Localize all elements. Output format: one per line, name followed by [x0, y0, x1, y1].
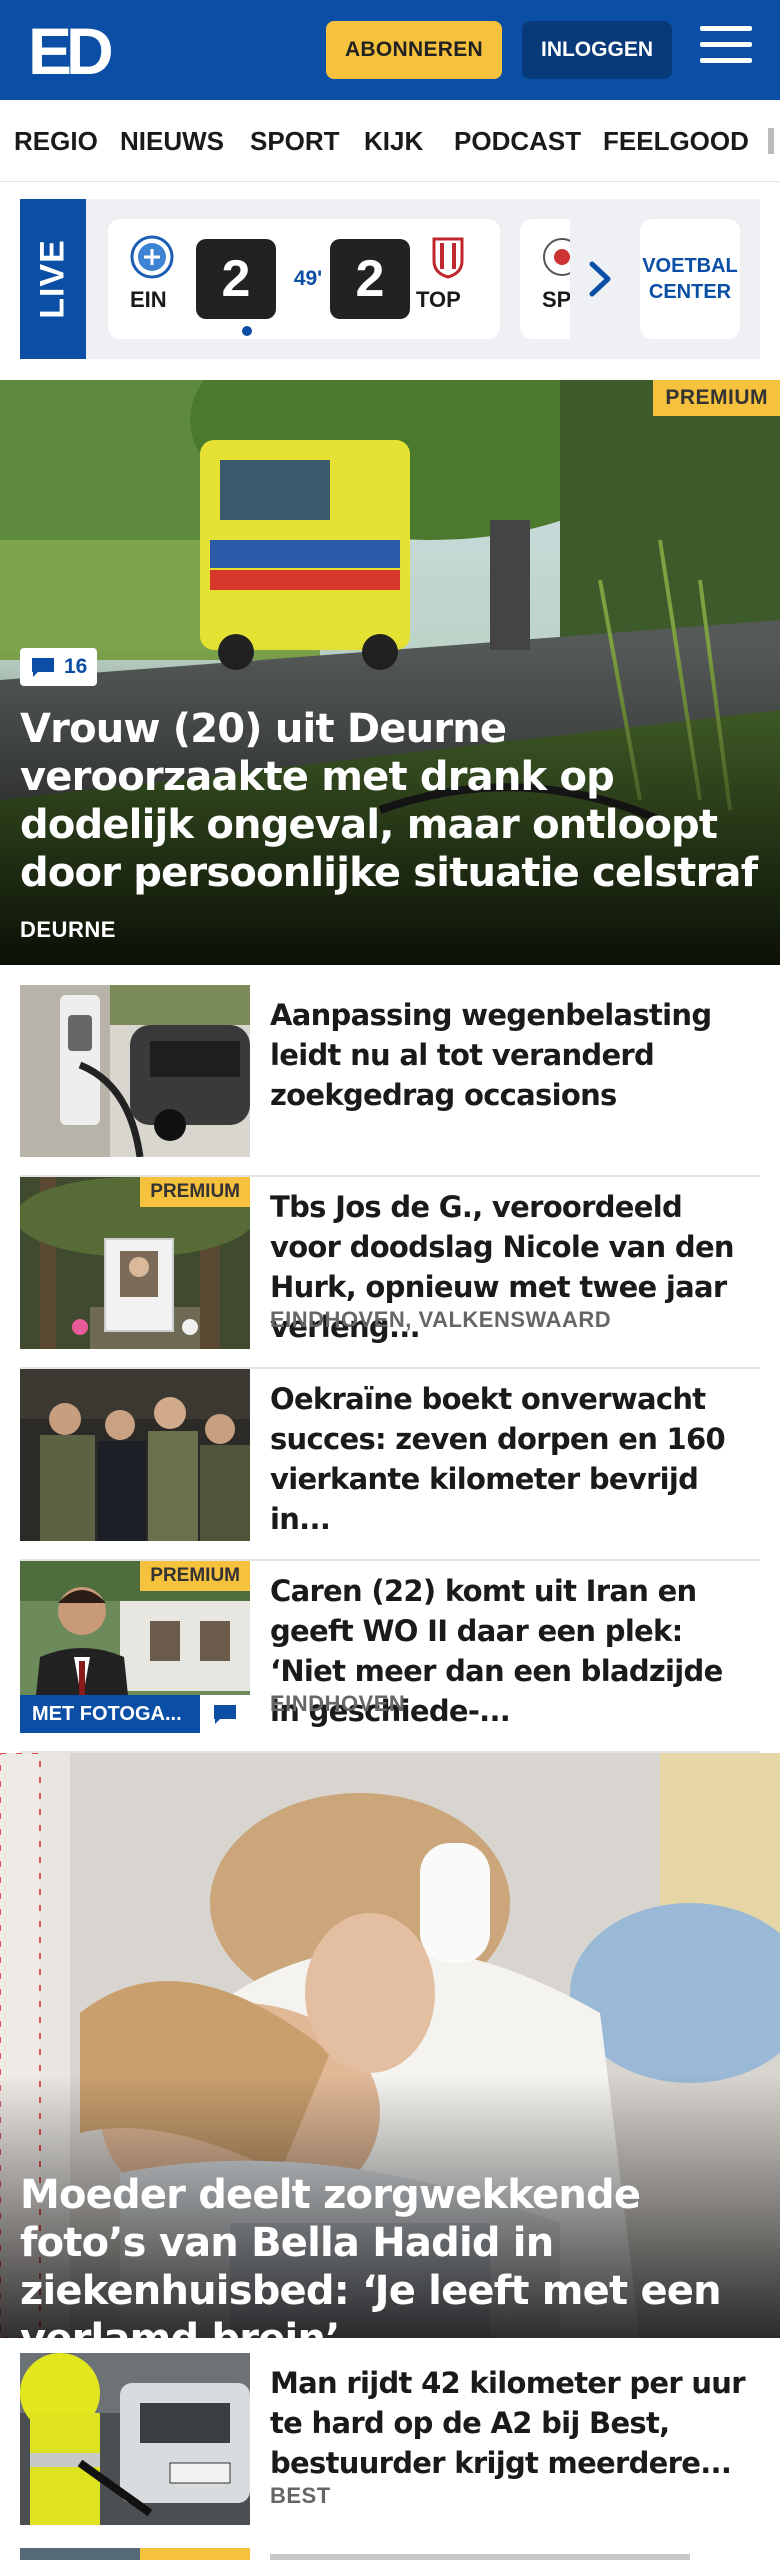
- article-item[interactable]: Aanpassing wegenbelasting leidt nu al to…: [20, 985, 760, 1177]
- nav-overflow-hint: [768, 128, 774, 154]
- match-minute: 49': [293, 267, 323, 290]
- subscribe-button[interactable]: ABONNEREN: [326, 21, 502, 79]
- premium-badge: PREMIUM: [653, 380, 780, 416]
- article-item[interactable]: PREMIUM MET FOTOGA... Caren (22) komt ui…: [20, 1561, 760, 1753]
- ed-logo[interactable]: ED: [28, 18, 118, 80]
- next-match-card[interactable]: SP: [520, 219, 570, 339]
- article-title[interactable]: Aanpassing wegenbelasting leidt nu al to…: [270, 995, 760, 1115]
- nav-item-podcast[interactable]: PODCAST: [454, 126, 581, 157]
- next-team-code: SP: [542, 287, 570, 312]
- live-scores-bar: LIVE EIN 2 49' 2 TOP SP VOETBAL CENTER: [20, 199, 760, 359]
- home-score: 2: [196, 239, 276, 319]
- menu-icon[interactable]: [700, 26, 752, 72]
- article-location: EINDHOVEN: [270, 1691, 406, 1716]
- chevron-right-icon[interactable]: [580, 254, 620, 304]
- premium-badge: PREMIUM: [140, 1177, 250, 1207]
- media-tag: MET FOTOGA...: [20, 1695, 200, 1733]
- nav-item-sport[interactable]: SPORT: [250, 126, 340, 157]
- article-title[interactable]: Oekraïne boekt onverwacht succes: zeven …: [270, 1379, 760, 1539]
- team-crest-icon: [543, 238, 570, 276]
- comment-count: 16: [64, 655, 88, 678]
- article-thumbnail: [20, 985, 250, 1157]
- next-article-thumbnail: [20, 2548, 250, 2560]
- home-team-code: EIN: [130, 287, 167, 312]
- hero-article[interactable]: PREMIUM 16 Vrouw (20) uit Deurne veroorz…: [0, 380, 780, 965]
- live-match-card[interactable]: EIN 2 49' 2 TOP: [108, 219, 500, 339]
- premium-badge: PREMIUM: [140, 1561, 250, 1591]
- article-thumbnail: PREMIUM MET FOTOGA...: [20, 1561, 250, 1733]
- live-label: LIVE: [20, 199, 86, 359]
- nav-item-regio[interactable]: REGIO: [14, 126, 98, 157]
- login-button[interactable]: INLOGGEN: [522, 21, 672, 79]
- article-item[interactable]: Oekraïne boekt onverwacht succes: zeven …: [20, 1369, 760, 1561]
- article-item[interactable]: Man rijdt 42 kilometer per uur te hard o…: [20, 2353, 760, 2543]
- live-indicator: [240, 324, 254, 338]
- top-oss-crest-icon: [432, 237, 464, 279]
- article-thumbnail: PREMIUM: [20, 1177, 250, 1349]
- hero-headline[interactable]: Vrouw (20) uit Deurne veroorzaakte met d…: [20, 705, 760, 897]
- feature-article[interactable]: Moeder deelt zorgwekkende foto’s van Bel…: [0, 1753, 780, 2338]
- article-title[interactable]: Man rijdt 42 kilometer per uur te hard o…: [270, 2363, 760, 2483]
- hero-location: DEURNE: [20, 917, 116, 942]
- main-navigation: REGIO NIEUWS SPORT KIJK PODCAST FEELGOOD: [0, 100, 780, 182]
- article-location: BEST: [270, 2483, 331, 2508]
- article-location: EINDHOVEN, VALKENSWAARD: [270, 1307, 612, 1332]
- feature-headline[interactable]: Moeder deelt zorgwekkende foto’s van Bel…: [20, 2171, 770, 2338]
- next-article-title: [270, 2548, 760, 2560]
- nav-item-feelgood[interactable]: FEELGOOD: [603, 126, 749, 157]
- away-team-code: TOP: [416, 287, 461, 312]
- nav-item-nieuws[interactable]: NIEUWS: [120, 126, 224, 157]
- comment-count-pill[interactable]: 16: [20, 648, 98, 686]
- comment-icon: [32, 658, 54, 677]
- article-item[interactable]: PREMIUM Tbs Jos de G., veroordeeld voor …: [20, 1177, 760, 1369]
- article-thumbnail: [20, 1369, 250, 1541]
- nav-item-kijk[interactable]: KIJK: [364, 126, 423, 157]
- svg-text:ED: ED: [28, 18, 111, 80]
- site-header: ED ABONNEREN INLOGGEN: [0, 0, 780, 100]
- away-score: 2: [330, 239, 410, 319]
- comment-icon[interactable]: [200, 1695, 250, 1733]
- psv-crest-icon: [130, 235, 174, 279]
- article-thumbnail: [20, 2353, 250, 2525]
- voetbal-center-link[interactable]: VOETBAL CENTER: [640, 219, 740, 339]
